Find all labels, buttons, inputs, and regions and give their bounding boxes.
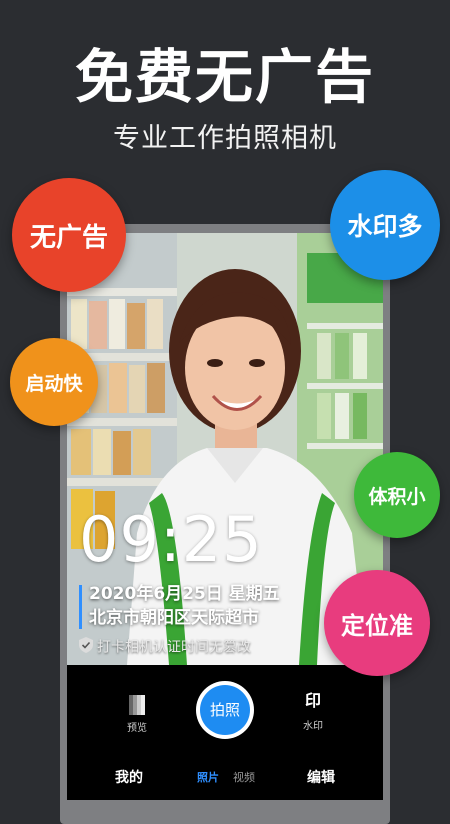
bubble-fast-start: 启动快: [10, 338, 98, 426]
phone-screen: 09:25 2020年6月25日 星期五 北京市朝阳区天际超市 打卡相机认证时间…: [67, 233, 383, 800]
watermark-label: 水印: [303, 721, 323, 732]
watermark-stamp-icon: 印: [304, 691, 321, 710]
preview-button[interactable]: 预览: [123, 695, 151, 734]
bubble-watermark: 水印多: [330, 170, 440, 280]
bubble-small-size: 体积小: [354, 452, 440, 538]
bubble-no-ads: 无广告: [12, 178, 126, 292]
tab-mine[interactable]: 我的: [115, 769, 143, 787]
watermark-time: 09:25: [79, 503, 263, 576]
verify-text: 打卡相机认证时间无篡改: [97, 639, 251, 656]
bubble-accurate-location: 定位准: [324, 570, 430, 676]
shield-check-icon: [79, 637, 93, 658]
watermark-accent-bar: [79, 585, 82, 629]
tab-video[interactable]: 视频: [233, 769, 255, 787]
shutter-button[interactable]: 拍照: [196, 681, 254, 739]
subheadline: 专业工作拍照相机: [113, 123, 337, 154]
watermark-location: 北京市朝阳区天际超市: [89, 608, 259, 628]
headline: 免费无广告: [74, 43, 375, 111]
shutter-label: 拍照: [200, 685, 250, 735]
verify-notice: 打卡相机认证时间无篡改: [79, 637, 251, 658]
watermark-button[interactable]: 印 水印: [297, 691, 329, 732]
tab-edit[interactable]: 编辑: [307, 769, 335, 787]
tab-photo[interactable]: 照片: [197, 769, 219, 787]
watermark-date: 2020年6月25日 星期五: [89, 584, 280, 604]
preview-thumbnail-icon: [129, 695, 145, 715]
preview-label: 预览: [127, 723, 147, 734]
